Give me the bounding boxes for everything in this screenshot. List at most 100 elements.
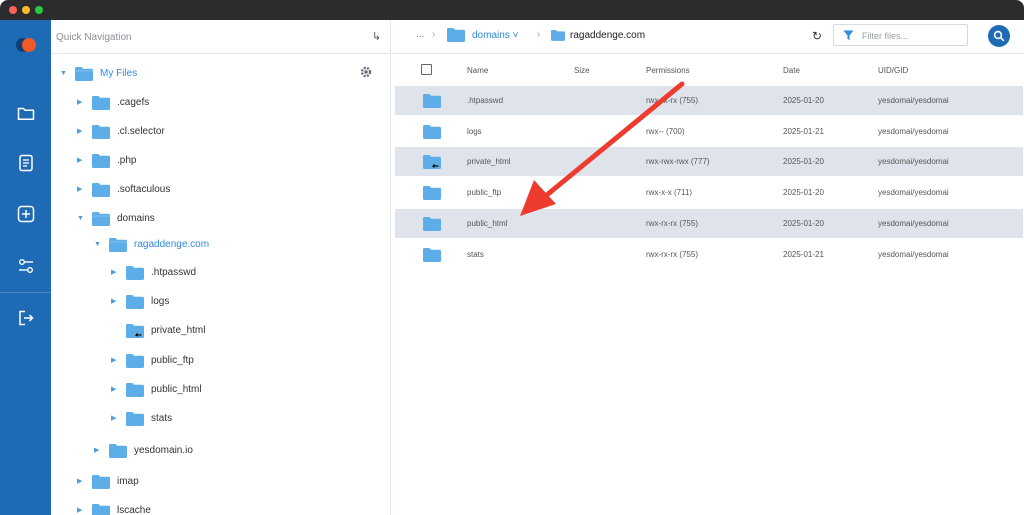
folder-icon <box>92 153 110 168</box>
tree-item-label: imap <box>117 475 139 487</box>
folder-icon <box>126 353 144 368</box>
folder-icon <box>423 186 441 200</box>
caret-right-icon: ▶ <box>77 157 83 164</box>
tree-item-label: public_ftp <box>151 354 194 366</box>
tree-item-label: domains <box>117 212 155 224</box>
tree-item-label: .cagefs <box>117 96 150 108</box>
table-row[interactable]: .htpasswd rwx-rx-rx (755) 2025-01-20 yes… <box>395 86 1023 115</box>
folder-tree-panel: Quick Navigation ↳ ▼ My Files ▶ .cagefs … <box>51 20 391 515</box>
folder-icon <box>423 248 441 262</box>
tree-item-label: .cl.selector <box>117 125 165 137</box>
folder-icon <box>551 29 565 41</box>
folder-icon <box>92 211 110 226</box>
tree-item-stats[interactable]: ▶ stats <box>111 409 172 427</box>
tree-item-softaculous[interactable]: ▶ .softaculous <box>77 180 170 198</box>
file-date: 2025-01-20 <box>783 188 824 197</box>
logout-icon <box>19 310 34 326</box>
refresh-icon[interactable]: ↻ <box>812 29 822 43</box>
table-row[interactable]: logs rwx-- (700) 2025-01-21 yesdomai/yes… <box>395 117 1023 146</box>
quick-navigation-bar: Quick Navigation ↳ <box>51 20 390 54</box>
quick-navigation-label: Quick Navigation <box>56 32 132 43</box>
window-zoom-button[interactable] <box>35 6 43 14</box>
filter-input[interactable] <box>862 29 962 42</box>
gear-icon[interactable] <box>360 66 372 78</box>
folder-link-icon <box>126 323 144 338</box>
table-row[interactable]: public_ftp rwx-x-x (711) 2025-01-20 yesd… <box>395 178 1023 207</box>
app-rail <box>0 20 51 515</box>
file-permissions: rwx-- (700) <box>646 127 685 136</box>
window-close-button[interactable] <box>9 6 17 14</box>
caret-right-icon: ▶ <box>77 478 83 485</box>
caret-right-icon: ▶ <box>77 99 83 106</box>
caret-right-icon: ▶ <box>77 128 83 135</box>
column-size[interactable]: Size <box>574 66 590 75</box>
column-uid-gid[interactable]: UID/GID <box>878 66 908 75</box>
tree-item-ragaddenge-com[interactable]: ▼ ragaddenge.com <box>94 235 209 253</box>
tree-item-private-html[interactable]: private_html <box>111 321 205 339</box>
folder-icon <box>423 94 441 108</box>
tree-item-public-ftp[interactable]: ▶ public_ftp <box>111 351 194 369</box>
tree-item-label: private_html <box>151 324 206 336</box>
tree-root-my-files[interactable]: ▼ My Files <box>60 64 137 82</box>
tree-item-htpasswd[interactable]: ▶ .htpasswd <box>111 263 196 281</box>
file-date: 2025-01-20 <box>783 157 824 166</box>
tree-item-cagefs[interactable]: ▶ .cagefs <box>77 93 149 111</box>
tree-item-label: .php <box>117 154 137 166</box>
caret-right-icon: ▶ <box>111 357 117 364</box>
folder-icon <box>423 125 441 139</box>
file-permissions: rwx-rx-rx (755) <box>646 219 698 228</box>
folder-icon <box>126 294 144 309</box>
tree-item-yesdomain-io[interactable]: ▶ yesdomain.io <box>94 441 193 459</box>
search-icon <box>993 30 1005 42</box>
table-row[interactable]: stats rwx-rx-rx (755) 2025-01-21 yesdoma… <box>395 240 1023 269</box>
rail-document-button[interactable] <box>13 150 39 176</box>
folder-icon <box>126 411 144 426</box>
file-owner: yesdomai/yesdomai <box>878 96 949 105</box>
table-row[interactable]: public_html rwx-rx-rx (755) 2025-01-20 y… <box>395 209 1023 238</box>
tree-item-cl-selector[interactable]: ▶ .cl.selector <box>77 122 165 140</box>
tree-item-logs[interactable]: ▶ logs <box>111 292 169 310</box>
sliders-icon <box>19 259 33 273</box>
file-permissions: rwx-x-x (711) <box>646 188 693 197</box>
caret-right-icon: ▶ <box>77 507 83 514</box>
window-titlebar <box>0 0 1024 20</box>
window-minimize-button[interactable] <box>22 6 30 14</box>
caret-right-icon: ▶ <box>111 298 117 305</box>
tree-item-label: yesdomain.io <box>134 444 193 456</box>
folder-icon <box>92 182 110 197</box>
folder-icon <box>126 265 144 280</box>
folder-icon <box>423 217 441 231</box>
file-list-panel: ... › domains ˅ › ragaddenge.com ↻ Name … <box>392 20 1024 515</box>
filter-field[interactable] <box>833 24 968 46</box>
column-name[interactable]: Name <box>467 66 488 75</box>
tree-item-php[interactable]: ▶ .php <box>77 151 136 169</box>
quick-navigation-go-icon[interactable]: ↳ <box>372 30 381 43</box>
file-owner: yesdomai/yesdomai <box>878 250 949 259</box>
rail-logout-button[interactable] <box>13 305 39 331</box>
folder-link-icon <box>423 155 441 169</box>
breadcrumb-domains[interactable]: domains ˅ <box>472 30 518 41</box>
tree-item-lscache[interactable]: ▶ lscache <box>77 501 151 515</box>
caret-down-icon: ▼ <box>77 214 84 222</box>
tree-item-label: .htpasswd <box>151 266 197 278</box>
column-permissions[interactable]: Permissions <box>646 66 690 75</box>
table-row[interactable]: private_html rwx-rwx-rwx (777) 2025-01-2… <box>395 147 1023 176</box>
file-date: 2025-01-21 <box>783 250 824 259</box>
rail-add-button[interactable] <box>13 201 39 227</box>
chevron-right-icon: › <box>537 29 541 40</box>
caret-right-icon: ▶ <box>77 186 83 193</box>
tree-item-label: lscache <box>117 504 151 515</box>
search-button[interactable] <box>988 25 1010 47</box>
document-icon <box>19 154 33 172</box>
caret-right-icon: ▶ <box>111 269 117 276</box>
file-owner: yesdomai/yesdomai <box>878 127 949 136</box>
file-date: 2025-01-20 <box>783 219 824 228</box>
select-all-checkbox[interactable] <box>421 64 432 75</box>
tree-item-public-html[interactable]: ▶ public_html <box>111 380 202 398</box>
tree-item-domains[interactable]: ▼ domains <box>77 209 155 227</box>
tree-item-imap[interactable]: ▶ imap <box>77 472 139 490</box>
breadcrumb-ellipsis[interactable]: ... <box>416 29 424 40</box>
column-date[interactable]: Date <box>783 66 800 75</box>
rail-settings-button[interactable] <box>13 253 39 279</box>
rail-files-button[interactable] <box>13 100 39 126</box>
